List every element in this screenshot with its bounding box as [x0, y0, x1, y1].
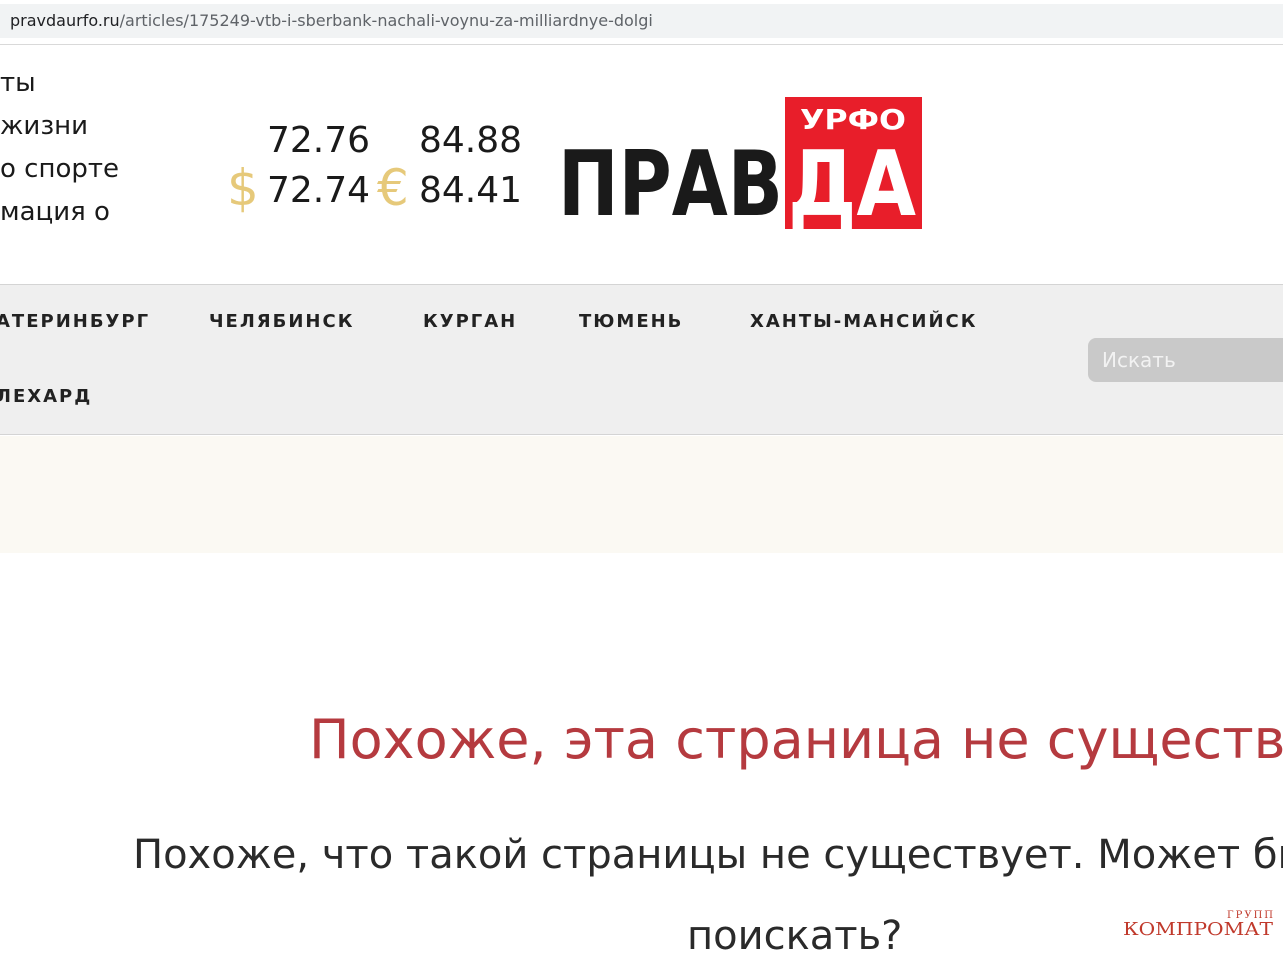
browser-toolbar: pravdaurfo.ru/articles/175249-vtb-i-sber…	[0, 0, 1283, 40]
nav-item-salekhard[interactable]: ЛЕХАРД	[0, 386, 92, 407]
pravda-urfo-logo[interactable]: ПРАВ ДА УРФО	[556, 97, 926, 229]
not-found-text: Похоже, что такой страницы не существует…	[133, 832, 1283, 878]
page: pravdaurfo.ru/articles/175249-vtb-i-sber…	[0, 0, 1283, 955]
url-domain: pravdaurfo.ru	[10, 11, 120, 30]
header-divider	[0, 44, 1283, 45]
search-input[interactable]	[1088, 338, 1283, 382]
not-found-text-line2: поискать?	[687, 913, 903, 955]
logo-tag-text: УРФО	[800, 103, 906, 136]
nav-item-khanty-mansiysk[interactable]: ХАНТЫ-МАНСИЙСК	[750, 311, 977, 332]
header-link-3[interactable]: о спорте	[0, 154, 119, 184]
euro-icon: €	[377, 159, 409, 217]
dollar-icon: $	[227, 159, 259, 217]
header-link-1[interactable]: ты	[0, 68, 36, 98]
eur-rate-today: 84.88	[419, 120, 523, 161]
header-link-4[interactable]: мация о	[0, 197, 110, 227]
banner-area	[0, 436, 1283, 553]
usd-rate-today: 72.76	[267, 120, 371, 161]
nav-item-yekaterinburg[interactable]: АТЕРИНБУРГ	[0, 311, 150, 332]
usd-rate-yesterday: 72.74	[267, 170, 371, 211]
nav-item-chelyabinsk[interactable]: ЧЕЛЯБИНСК	[209, 311, 354, 332]
logo-main-text: ПРАВ	[558, 132, 783, 229]
watermark-main-text: КОМПРОМАТ	[1123, 919, 1273, 940]
eur-rate-yesterday: 84.41	[419, 170, 523, 211]
address-bar[interactable]: pravdaurfo.ru/articles/175249-vtb-i-sber…	[0, 4, 1283, 38]
url-path: /articles/175249-vtb-i-sberbank-nachali-…	[119, 11, 653, 30]
kompromat-watermark: ГРУПП КОМПРОМАТ	[1123, 910, 1273, 940]
nav-item-kurgan[interactable]: КУРГАН	[423, 311, 517, 332]
not-found-title: Похоже, эта страница не существует.	[309, 708, 1283, 771]
header-link-2[interactable]: жизни	[0, 111, 88, 141]
nav-item-tyumen[interactable]: ТЮМЕНЬ	[579, 311, 683, 332]
logo-accent-text: ДА	[788, 132, 916, 229]
